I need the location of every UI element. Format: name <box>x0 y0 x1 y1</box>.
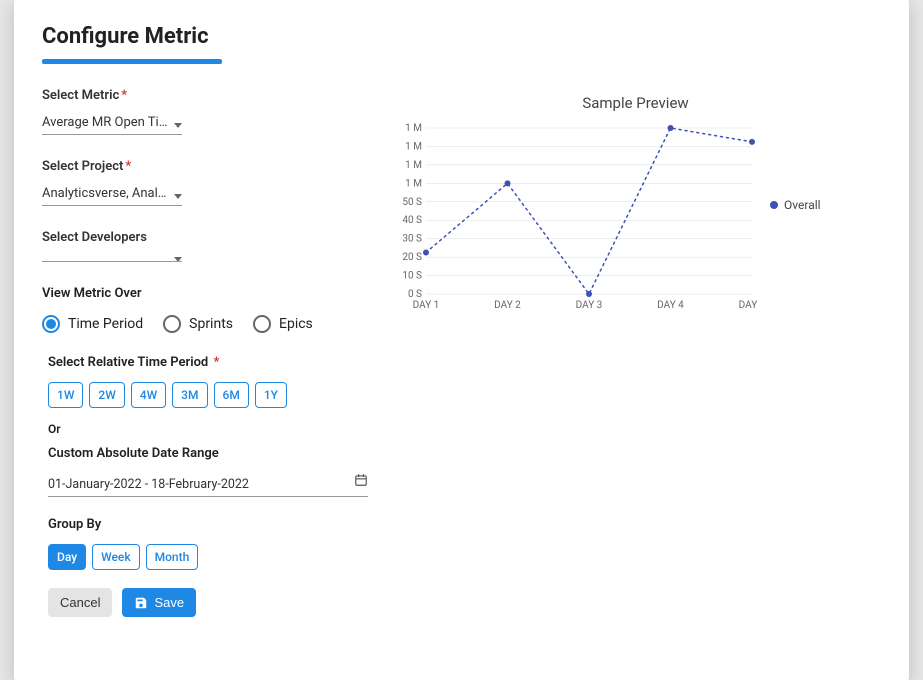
svg-text:40 S: 40 S <box>402 215 422 226</box>
select-project-dropdown[interactable]: Analyticsverse, Analytic… <box>42 182 182 206</box>
group-by-options: Day Week Month <box>48 544 362 570</box>
select-developers-dropdown[interactable] <box>42 253 182 262</box>
chip-4w[interactable]: 4W <box>131 382 166 408</box>
chip-6m[interactable]: 6M <box>214 382 249 408</box>
select-developers-label: Select Developers <box>42 230 362 245</box>
relative-period-label: Select Relative Time Period * <box>48 355 362 370</box>
group-by-label: Group By <box>48 517 362 532</box>
preview-column: Sample Preview 0 S 10 S 20 S 30 S 40 S 50 S 1 … <box>390 88 881 617</box>
view-metric-over-label: View Metric Over <box>42 286 362 301</box>
save-button-label: Save <box>154 595 184 610</box>
chip-week[interactable]: Week <box>92 544 140 570</box>
svg-text:DAY 3: DAY 3 <box>576 300 603 311</box>
select-project-label: Select Project* <box>42 159 362 174</box>
radio-icon <box>42 315 60 333</box>
legend-label: Overall <box>784 198 821 212</box>
svg-text:DAY 4: DAY 4 <box>657 300 684 311</box>
chip-day[interactable]: Day <box>48 544 86 570</box>
svg-text:DAY 5: DAY 5 <box>739 300 760 311</box>
svg-text:DAY 2: DAY 2 <box>494 300 521 311</box>
chart-legend: Overall <box>770 198 821 212</box>
chip-month[interactable]: Month <box>146 544 199 570</box>
or-divider: Or <box>48 422 362 436</box>
radio-time-period[interactable]: Time Period <box>42 315 143 333</box>
svg-text:30 S: 30 S <box>402 234 422 245</box>
svg-text:10 S: 10 S <box>402 271 422 282</box>
relative-period-options: 1W 2W 4W 3M 6M 1Y <box>48 382 362 408</box>
radio-label: Time Period <box>68 316 143 332</box>
chip-3m[interactable]: 3M <box>172 382 207 408</box>
chart-title: Sample Preview <box>390 94 881 112</box>
radio-icon <box>163 315 181 333</box>
page-title: Configure Metric <box>42 24 881 49</box>
custom-range-label: Custom Absolute Date Range <box>48 446 362 461</box>
svg-text:0 S: 0 S <box>408 289 422 300</box>
svg-text:DAY 1: DAY 1 <box>413 300 440 311</box>
svg-text:1 M: 1 M <box>405 123 422 134</box>
chip-2w[interactable]: 2W <box>89 382 124 408</box>
select-metric-dropdown[interactable]: Average MR Open Time <box>42 111 182 135</box>
select-metric-label: Select Metric* <box>42 88 362 103</box>
legend-dot-icon <box>770 201 778 209</box>
svg-text:1 M: 1 M <box>405 160 422 171</box>
radio-label: Epics <box>279 316 313 332</box>
cancel-button[interactable]: Cancel <box>48 588 112 617</box>
custom-date-range-input[interactable]: 01-January-2022 - 18-February-2022 <box>48 473 368 497</box>
configure-metric-modal: Configure Metric Select Metric* Average … <box>14 0 909 680</box>
svg-text:1 M: 1 M <box>405 141 422 152</box>
calendar-icon <box>354 473 368 491</box>
view-metric-over-radio-group: Time Period Sprints Epics <box>42 315 362 333</box>
svg-text:20 S: 20 S <box>402 252 422 263</box>
sample-preview-chart: 0 S 10 S 20 S 30 S 40 S 50 S 1 M 1 M 1 M 1 M DAY 1… <box>390 118 760 318</box>
chip-1w[interactable]: 1W <box>48 382 83 408</box>
date-range-value: 01-January-2022 - 18-February-2022 <box>48 477 249 492</box>
form-column: Select Metric* Average MR Open Time Sele… <box>42 88 362 617</box>
chip-1y[interactable]: 1Y <box>255 382 287 408</box>
svg-text:1 M: 1 M <box>405 178 422 189</box>
radio-sprints[interactable]: Sprints <box>163 315 233 333</box>
svg-text:50 S: 50 S <box>402 197 422 208</box>
radio-epics[interactable]: Epics <box>253 315 313 333</box>
radio-icon <box>253 315 271 333</box>
title-underline <box>42 59 222 64</box>
save-icon <box>134 596 148 610</box>
radio-label: Sprints <box>189 316 233 332</box>
save-button[interactable]: Save <box>122 588 196 617</box>
